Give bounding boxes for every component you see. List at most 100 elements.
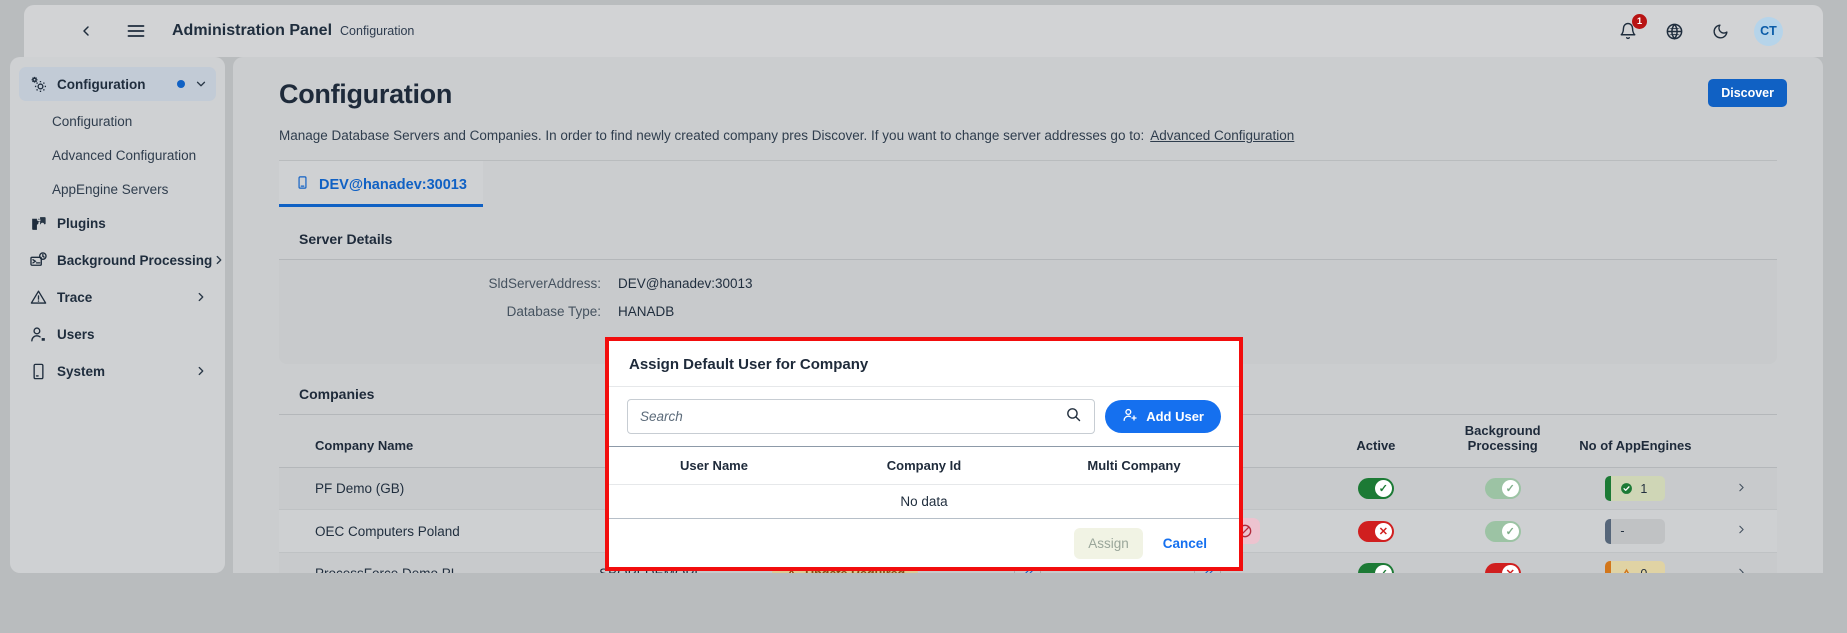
col-company-name[interactable]: Company Name [279, 415, 563, 468]
user-avatar[interactable]: CT [1754, 16, 1783, 46]
sidebar-subitem-label: Configuration [52, 113, 133, 129]
search-field-wrapper[interactable] [627, 399, 1096, 434]
hamburger-menu-icon[interactable] [116, 11, 156, 51]
cell-active: ✓ [1311, 467, 1441, 510]
status-dot-icon [177, 80, 185, 88]
globe-icon[interactable] [1662, 19, 1686, 43]
sidebar-item-configuration[interactable]: Configuration [19, 67, 216, 101]
modal-col-company-id[interactable]: Company Id [819, 458, 1029, 473]
appengines-chip[interactable]: - [1605, 518, 1666, 544]
col-no-of-appengines[interactable]: No of AppEngines [1564, 415, 1707, 468]
background-processing-toggle[interactable]: ✓ [1484, 520, 1521, 542]
modal-title: Assign Default User for Company [629, 356, 869, 373]
sidebar-item-label: System [57, 363, 106, 379]
active-toggle[interactable]: ✕ [1357, 520, 1394, 542]
cell-appengines: 0 [1564, 552, 1707, 573]
chevron-right-icon[interactable] [1735, 523, 1748, 539]
chevron-down-icon[interactable] [194, 77, 208, 91]
appengines-chip[interactable]: 1 [1605, 476, 1666, 501]
chevron-right-icon[interactable] [212, 253, 225, 267]
page-header: Configuration Manage Database Servers an… [233, 57, 1823, 161]
sidebar-subitem-advanced-configuration[interactable]: Advanced Configuration [19, 138, 216, 172]
sidebar-item-system[interactable]: System [19, 354, 216, 388]
field-value: HANADB [618, 304, 675, 319]
add-user-icon [1122, 407, 1138, 426]
cell-expand [1706, 467, 1777, 510]
check-icon: ✓ [1374, 565, 1392, 573]
modal-col-multi-company[interactable]: Multi Company [1029, 458, 1239, 473]
cancel-button[interactable]: Cancel [1151, 528, 1219, 559]
server-detail-row: SldServerAddress: DEV@hanadev:30013 [279, 276, 1777, 291]
add-user-label: Add User [1146, 409, 1204, 424]
sidebar-item-plugins[interactable]: Plugins [19, 206, 216, 240]
field-label: Database Type: [506, 304, 601, 319]
tab-dev-hanadev-30013[interactable]: DEV@hanadev:30013 [279, 161, 483, 207]
database-server-icon [295, 175, 310, 194]
app-root: Administration Panel Configuration 1 CT … [0, 0, 1847, 633]
field-label: SldServerAddress: [488, 276, 601, 291]
search-icon[interactable] [1065, 406, 1082, 428]
server-tabs: DEV@hanadev:30013 [233, 161, 1823, 207]
sidebar-item-trace[interactable]: Trace [19, 280, 216, 314]
notifications-bell-icon[interactable]: 1 [1616, 14, 1647, 43]
modal-col-user-name[interactable]: User Name [609, 458, 819, 473]
col-active[interactable]: Active [1311, 415, 1441, 468]
active-toggle[interactable]: ✓ [1357, 478, 1394, 499]
sidebar: Configuration Configuration Advanced Con… [10, 57, 225, 573]
page-title: Configuration [279, 79, 453, 109]
header-divider [279, 160, 1777, 161]
cell-company-name: OEC Computers Poland [279, 509, 563, 553]
modal-table-header: User Name Company Id Multi Company [609, 446, 1239, 485]
sidebar-item-users[interactable]: Users [19, 317, 216, 351]
server-details-title: Server Details [279, 221, 1777, 260]
chevron-right-icon[interactable] [194, 290, 208, 304]
device-icon [27, 361, 49, 381]
user-icon [27, 324, 49, 344]
close-icon: ✕ [1501, 565, 1519, 573]
add-user-button[interactable]: Add User [1105, 400, 1221, 433]
notification-count-badge: 1 [1632, 14, 1647, 29]
chevron-right-icon[interactable] [1735, 566, 1748, 573]
chevron-right-icon[interactable] [194, 364, 208, 378]
app-title: Administration Panel [172, 22, 333, 39]
sidebar-subitem-label: Advanced Configuration [52, 147, 197, 163]
sidebar-subitem-appengine-servers[interactable]: AppEngine Servers [19, 172, 216, 206]
modal-footer: Assign Cancel [609, 519, 1239, 567]
discover-button[interactable]: Discover [1708, 79, 1787, 107]
cell-active: ✕ [1311, 509, 1441, 553]
background-processing-toggle[interactable]: ✕ [1484, 563, 1521, 573]
top-bar-actions: 1 CT [1616, 14, 1823, 46]
top-bar: Administration Panel Configuration 1 CT [24, 5, 1823, 57]
background-processing-toggle[interactable]: ✓ [1484, 478, 1521, 499]
breadcrumb: Configuration [340, 24, 415, 38]
page-description: Manage Database Servers and Companies. I… [279, 128, 1777, 143]
close-icon: ✕ [1374, 522, 1392, 540]
chevron-right-icon[interactable] [1735, 481, 1748, 497]
warning-triangle-icon [1624, 568, 1630, 573]
advanced-configuration-link[interactable]: Advanced Configuration [1150, 128, 1294, 143]
back-button[interactable] [66, 11, 106, 51]
cell-appengines: - [1564, 509, 1707, 553]
appengines-count: 1 [1640, 481, 1648, 496]
sidebar-item-label: Plugins [57, 215, 106, 231]
gears-icon [27, 74, 49, 94]
cell-expand [1706, 552, 1777, 573]
background-processing-icon [27, 250, 49, 270]
cell-appengines: 1 [1564, 467, 1707, 510]
check-circle-icon [1621, 483, 1633, 494]
appengines-chip[interactable]: 0 [1605, 561, 1666, 573]
check-icon: ✓ [1501, 480, 1519, 497]
assign-button[interactable]: Assign [1074, 527, 1143, 559]
puzzle-icon [27, 213, 49, 233]
sidebar-item-label: Trace [57, 289, 93, 305]
col-background-processing[interactable]: Background Processing [1440, 415, 1565, 468]
cell-company-name: ProcessForce Demo PL [279, 552, 563, 573]
sidebar-item-background-processing[interactable]: Background Processing [19, 243, 222, 277]
cell-active: ✓ [1311, 552, 1441, 573]
sidebar-subitem-configuration[interactable]: Configuration [19, 104, 216, 138]
active-toggle[interactable]: ✓ [1357, 563, 1394, 573]
col-expand [1706, 415, 1777, 468]
dark-mode-moon-icon[interactable] [1708, 19, 1732, 43]
search-input[interactable] [640, 409, 1066, 424]
tab-label: DEV@hanadev:30013 [319, 176, 467, 193]
